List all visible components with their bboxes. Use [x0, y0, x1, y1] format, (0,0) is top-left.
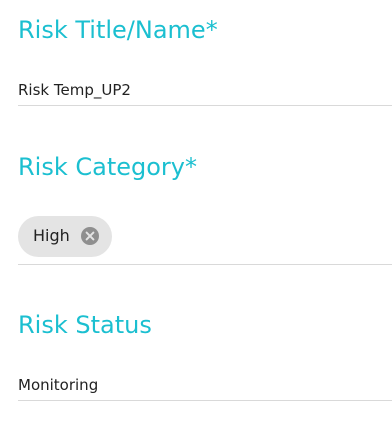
category-chip-label: High	[33, 226, 70, 245]
risk-status-label: Risk Status	[18, 311, 152, 339]
risk-form: Risk Title/Name* Risk Temp_UP2 Risk Cate…	[18, 0, 392, 423]
risk-title-input[interactable]: Risk Temp_UP2	[18, 80, 131, 100]
risk-title-label: Risk Title/Name*	[18, 16, 218, 44]
close-circle-icon[interactable]	[81, 227, 99, 245]
risk-status-input[interactable]: Monitoring	[18, 375, 98, 395]
risk-category-label: Risk Category*	[18, 153, 198, 181]
risk-category-underline	[18, 264, 392, 265]
risk-status-underline	[18, 400, 392, 401]
risk-title-underline	[18, 105, 392, 106]
category-chip-high: High	[18, 216, 112, 257]
